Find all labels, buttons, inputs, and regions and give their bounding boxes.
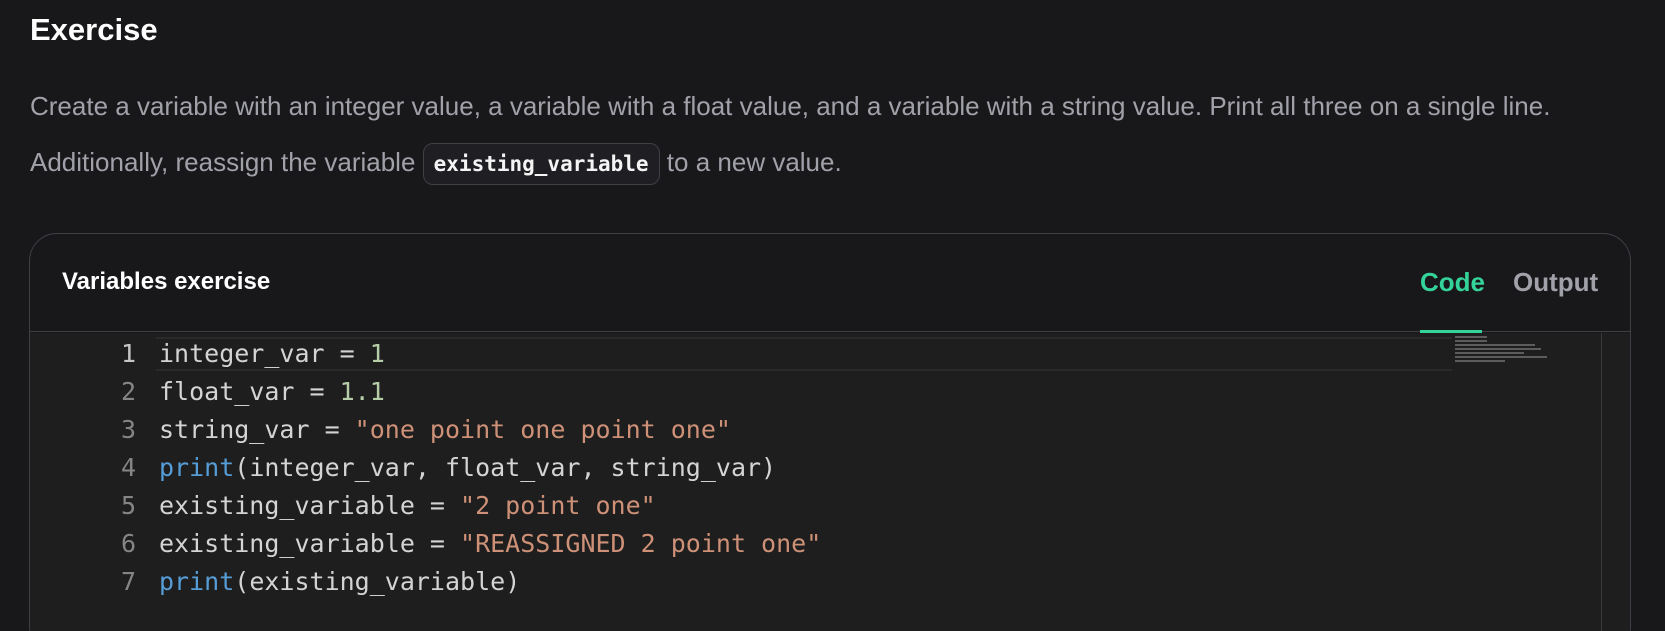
code-line[interactable]: 1 integer_var = 1 [30, 335, 1450, 373]
line-number: 7 [120, 567, 136, 596]
code-text: existing_variable = "2 point one" [159, 487, 656, 525]
tab-output[interactable]: Output [1513, 265, 1598, 299]
code-text: integer_var = 1 [159, 335, 385, 373]
code-line[interactable]: 7 print(existing_variable) [30, 563, 1450, 601]
line-number: 4 [120, 453, 136, 482]
code-token-plain: existing_variable = [159, 491, 461, 520]
minimap-line [1455, 360, 1506, 362]
code-line[interactable]: 5 existing_variable = "2 point one" [30, 487, 1450, 525]
minimap-line [1455, 356, 1548, 358]
line-number: 2 [120, 377, 136, 406]
line-number: 3 [120, 415, 136, 444]
minimap-line [1455, 340, 1487, 342]
code-token-num: 1 [369, 339, 385, 368]
code-token-plain: existing_variable = [159, 529, 461, 558]
minimap-line [1455, 344, 1535, 346]
code-token-plain: float_var = [159, 377, 340, 406]
exercise-description: Create a variable with an integer value,… [30, 78, 1640, 190]
code-token-str: "2 point one" [460, 491, 656, 520]
editor-scrollbar-track[interactable] [1601, 333, 1602, 631]
code-line[interactable]: 2 float_var = 1.1 [30, 373, 1450, 411]
minimap-line [1455, 336, 1487, 338]
code-token-plain: (integer_var, float_var, string_var) [234, 453, 777, 482]
code-token-str: "one point one point one" [354, 415, 731, 444]
code-text: string_var = "one point one point one" [159, 411, 731, 449]
code-token-plain: string_var = [159, 415, 355, 444]
page-title: Exercise [30, 12, 158, 47]
code-text: print(existing_variable) [159, 563, 520, 601]
minimap[interactable] [1455, 336, 1585, 376]
line-number: 5 [120, 491, 136, 520]
inline-code-existing-variable: existing_variable [422, 143, 660, 186]
code-token-fn: print [159, 453, 235, 482]
code-token-str: "REASSIGNED 2 point one" [460, 529, 822, 558]
exercise-card: Variables exercise Code Output 1 integer_… [29, 233, 1631, 631]
line-number: 1 [120, 339, 136, 368]
code-text: print(integer_var, float_var, string_var… [159, 449, 776, 487]
line-number: 6 [120, 529, 136, 558]
code-line[interactable]: 4 print(integer_var, float_var, string_va… [30, 449, 1450, 487]
code-token-fn: print [159, 567, 235, 596]
code-text: float_var = 1.1 [159, 373, 385, 411]
minimap-line [1455, 348, 1542, 350]
code-token-num: 1.1 [339, 377, 385, 406]
tab-code[interactable]: Code [1420, 265, 1485, 299]
code-text: existing_variable = "REASSIGNED 2 point … [159, 525, 821, 563]
code-line[interactable]: 6 existing_variable = "REASSIGNED 2 point… [30, 525, 1450, 563]
code-token-plain: integer_var = [159, 339, 370, 368]
description-text-end: to a new value. [659, 147, 842, 177]
code-line[interactable]: 3 string_var = "one point one point one" [30, 411, 1450, 449]
code-editor[interactable]: 1 integer_var = 1 2 float_var = 1.1 3 string_… [30, 333, 1630, 631]
card-title: Variables exercise [62, 268, 271, 295]
card-header: Variables exercise Code Output [30, 234, 1630, 333]
minimap-line [1455, 352, 1525, 354]
code-token-plain: (existing_variable) [234, 567, 521, 596]
